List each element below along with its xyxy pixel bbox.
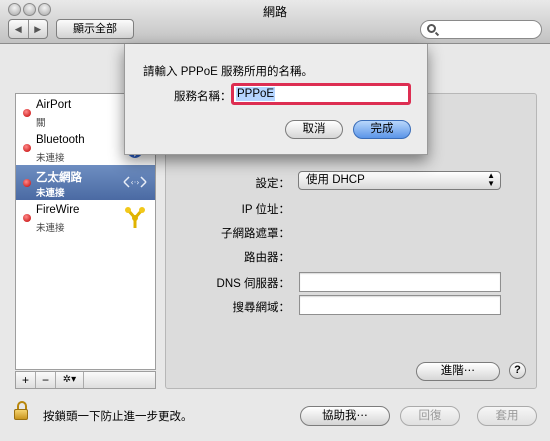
router-label: 路由器： — [244, 252, 290, 264]
help-button[interactable]: ? — [509, 362, 526, 379]
service-name-input[interactable]: PPPoE — [231, 83, 411, 105]
lock-hint-text: 按鎖頭一下防止進一步更改。 — [43, 411, 193, 423]
popup-arrows-icon: ▲ ▼ — [487, 171, 495, 188]
service-item-ethernet[interactable]: 乙太網路 未連接 ‹·› — [16, 165, 155, 200]
window-title: 網路 — [262, 5, 287, 19]
ethernet-icon: ‹·› — [123, 176, 147, 188]
service-status: 未連接 — [36, 188, 65, 199]
revert-button[interactable]: 回復 — [400, 406, 460, 426]
sheet-prompt: 請輸入 PPPoE 服務所用的名稱。 — [143, 66, 313, 78]
service-status: 關 — [36, 118, 46, 129]
status-dot — [23, 179, 31, 187]
configure-label: 設定： — [255, 178, 291, 190]
search-icon — [427, 24, 436, 33]
search-domains-label: 搜尋網域： — [232, 302, 291, 314]
svg-text:‹·›: ‹·› — [131, 178, 140, 187]
done-button[interactable]: 完成 — [353, 120, 411, 139]
window-titlebar: 網路 ◀ ▶ 顯示全部 — [0, 0, 550, 44]
service-name-label: 服務名稱： — [174, 91, 232, 103]
advanced-button[interactable]: 進階⋯ — [416, 362, 500, 381]
service-status: 未連接 — [36, 223, 65, 234]
service-status: 未連接 — [36, 153, 65, 164]
back-arrow-icon[interactable]: ◀ — [9, 20, 28, 38]
status-dot — [23, 214, 31, 222]
service-item-firewire[interactable]: FireWire 未連接 — [16, 200, 155, 235]
configure-popup[interactable]: 使用 DHCP ▲ ▼ — [298, 171, 501, 190]
firewire-icon — [125, 207, 145, 228]
service-name: FireWire — [36, 204, 80, 216]
lock-icon[interactable] — [14, 401, 28, 421]
status-dot — [23, 109, 31, 117]
configure-value: 使用 DHCP — [306, 174, 365, 186]
dns-server-field[interactable] — [299, 272, 501, 292]
pppoe-name-sheet: 請輸入 PPPoE 服務所用的名稱。 服務名稱： PPPoE 取消 完成 — [124, 44, 428, 155]
show-all-button[interactable]: 顯示全部 — [56, 19, 134, 39]
dns-server-label: DNS 伺服器： — [216, 278, 290, 290]
ip-address-label: IP 位址： — [241, 204, 290, 216]
service-list-toolbar: + − ✲▾ — [15, 371, 156, 389]
search-field[interactable] — [420, 20, 542, 39]
apply-button[interactable]: 套用 — [477, 406, 537, 426]
service-name: AirPort — [36, 99, 72, 111]
nav-buttons: ◀ ▶ — [8, 19, 48, 39]
status-dot — [23, 144, 31, 152]
remove-service-button[interactable]: − — [36, 372, 56, 388]
cancel-button[interactable]: 取消 — [285, 120, 343, 139]
add-service-button[interactable]: + — [16, 372, 36, 388]
subnet-mask-label: 子網路遮罩： — [221, 228, 290, 240]
service-name-value: PPPoE — [236, 87, 276, 101]
assist-me-button[interactable]: 協助我⋯ — [300, 406, 390, 426]
service-name: Bluetooth — [36, 134, 85, 146]
search-domains-field[interactable] — [299, 295, 501, 315]
forward-arrow-icon[interactable]: ▶ — [27, 20, 48, 38]
service-name: 乙太網路 — [36, 172, 82, 184]
gear-icon[interactable]: ✲▾ — [56, 372, 84, 388]
